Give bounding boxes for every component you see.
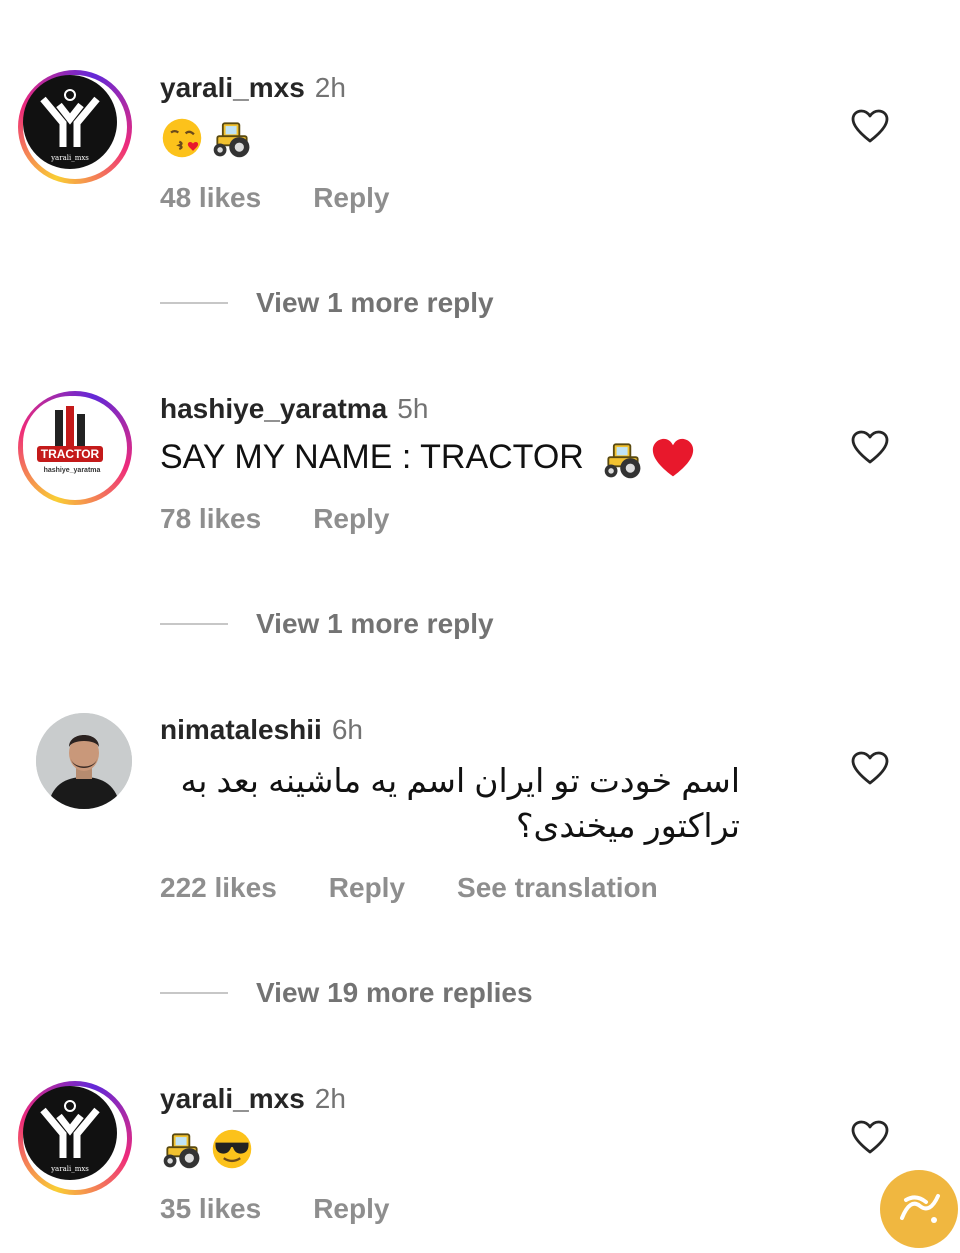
comment-header: yarali_mxs 2h bbox=[160, 71, 346, 105]
like-heart-icon[interactable] bbox=[850, 108, 890, 144]
comment-meta: 78 likes Reply bbox=[160, 502, 389, 536]
likes-count[interactable]: 222 likes bbox=[160, 871, 277, 905]
tractor-icon bbox=[601, 437, 645, 481]
kissing-face-icon bbox=[160, 116, 204, 160]
comment-text: SAY MY NAME : TRACTOR bbox=[160, 437, 701, 481]
comment-text bbox=[160, 1127, 260, 1171]
divider-line bbox=[160, 623, 228, 625]
comment-meta: 222 likes Reply See translation bbox=[160, 871, 658, 905]
view-more-label[interactable]: View 19 more replies bbox=[256, 975, 533, 1011]
timestamp: 5h bbox=[397, 393, 429, 424]
sunglasses-face-icon bbox=[210, 1127, 254, 1171]
view-more-replies[interactable]: View 1 more reply bbox=[160, 604, 760, 644]
comment-meta: 48 likes Reply bbox=[160, 181, 389, 215]
username[interactable]: hashiye_yaratma bbox=[160, 393, 387, 424]
svg-text:hashiye_yaratma: hashiye_yaratma bbox=[44, 467, 101, 474]
comment-header: hashiye_yaratma 5h bbox=[160, 392, 428, 426]
divider-line bbox=[160, 992, 228, 994]
comment-header: nimataleshii 6h bbox=[160, 713, 363, 747]
avatar[interactable]: yarali_mxs bbox=[18, 70, 132, 184]
watermark-logo bbox=[880, 1170, 958, 1248]
reply-button[interactable]: Reply bbox=[313, 502, 389, 536]
comment-text-content: SAY MY NAME : TRACTOR bbox=[160, 438, 584, 476]
avatar[interactable]: yarali_mxs bbox=[18, 1081, 132, 1195]
reply-button[interactable]: Reply bbox=[313, 1192, 389, 1226]
view-more-label[interactable]: View 1 more reply bbox=[256, 285, 494, 321]
comment-text bbox=[160, 116, 260, 160]
username[interactable]: yarali_mxs bbox=[160, 72, 305, 103]
tractor-icon bbox=[160, 1127, 204, 1171]
like-heart-icon[interactable] bbox=[850, 429, 890, 465]
comment-meta: 35 likes Reply bbox=[160, 1192, 389, 1226]
likes-count[interactable]: 48 likes bbox=[160, 181, 261, 215]
reply-button[interactable]: Reply bbox=[313, 181, 389, 215]
likes-count[interactable]: 78 likes bbox=[160, 502, 261, 536]
view-more-label[interactable]: View 1 more reply bbox=[256, 606, 494, 642]
timestamp: 6h bbox=[331, 714, 363, 745]
avatar[interactable] bbox=[36, 713, 132, 809]
svg-text:yarali_mxs: yarali_mxs bbox=[50, 1165, 89, 1173]
likes-count[interactable]: 35 likes bbox=[160, 1192, 261, 1226]
svg-text:yarali_mxs: yarali_mxs bbox=[50, 154, 89, 162]
username[interactable]: yarali_mxs bbox=[160, 1083, 305, 1114]
comment-text: اسم خودت تو ایران اسم یه ماشینه بعد به ت… bbox=[160, 758, 741, 848]
avatar[interactable]: TRACTOR hashiye_yaratma bbox=[18, 391, 132, 505]
comment-text-line: تراکتور میخندی؟ bbox=[516, 807, 740, 844]
like-heart-icon[interactable] bbox=[850, 750, 890, 786]
username[interactable]: nimataleshii bbox=[160, 714, 322, 745]
comment-text-line: اسم خودت تو ایران اسم یه ماشینه بعد به bbox=[180, 762, 741, 799]
svg-text:TRACTOR: TRACTOR bbox=[41, 447, 100, 461]
red-heart-icon bbox=[651, 437, 695, 481]
like-heart-icon[interactable] bbox=[850, 1119, 890, 1155]
view-more-replies[interactable]: View 1 more reply bbox=[160, 283, 760, 323]
timestamp: 2h bbox=[314, 72, 346, 103]
reply-button[interactable]: Reply bbox=[329, 871, 405, 905]
comment-header: yarali_mxs 2h bbox=[160, 1082, 346, 1116]
see-translation-button[interactable]: See translation bbox=[457, 871, 658, 905]
view-more-replies[interactable]: View 19 more replies bbox=[160, 973, 760, 1013]
timestamp: 2h bbox=[314, 1083, 346, 1114]
divider-line bbox=[160, 302, 228, 304]
tractor-icon bbox=[210, 116, 254, 160]
